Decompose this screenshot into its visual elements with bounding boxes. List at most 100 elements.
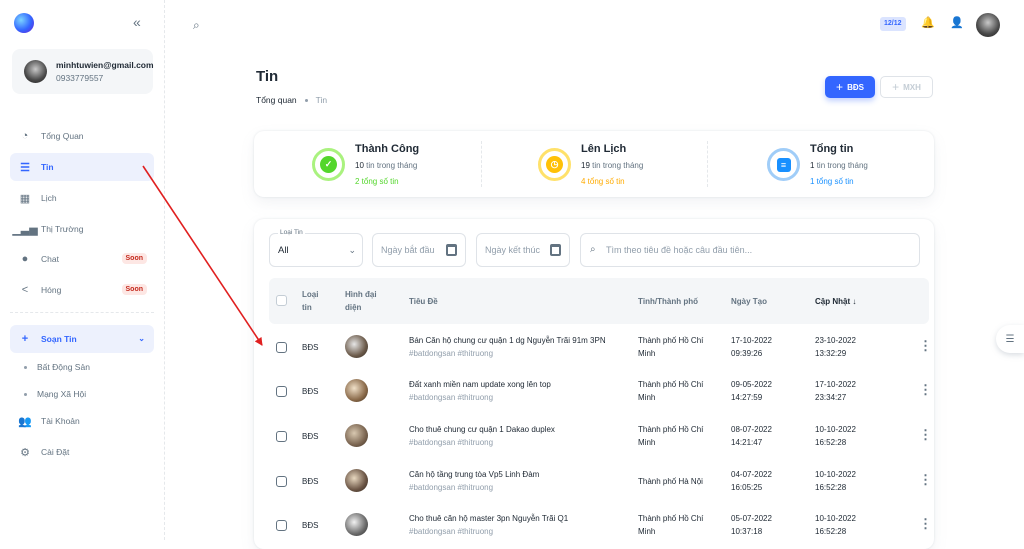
sidebar-item-market[interactable]: ▁▃▅ Thị Trường: [10, 215, 154, 243]
app-logo[interactable]: [14, 13, 34, 33]
account-card[interactable]: minhtuwien@gmail.com 0933779557: [12, 49, 154, 94]
search-icon[interactable]: ⌕: [193, 18, 200, 33]
row-city: Thành phố Hồ Chí Minh: [638, 336, 704, 358]
table-row[interactable]: BĐS Đất xanh miền nam update xong lên to…: [269, 369, 932, 414]
sidebar-subitem-social[interactable]: Mạng Xã Hội: [24, 389, 86, 399]
more-vertical-icon[interactable]: ⋮: [919, 382, 932, 398]
plus-icon: +: [836, 80, 844, 94]
calendar-icon: ▦: [19, 192, 31, 205]
row-city: Thành phố Hồ Chí Minh: [638, 514, 704, 536]
row-title[interactable]: Cho thuê chung cư quận 1 Dakao duplex: [409, 423, 555, 436]
table-row[interactable]: BĐS Bán Căn hộ chung cư quận 1 dg Nguyễn…: [269, 325, 932, 370]
sidebar-item-label: Tổng Quan: [41, 131, 84, 141]
sidebar-item-label: Soạn Tin: [41, 334, 77, 344]
row-tags: #batdongsan #thitruong: [409, 393, 494, 402]
header-city[interactable]: Tỉnh/Thành phố: [638, 295, 698, 308]
calendar-icon[interactable]: [446, 244, 457, 256]
quota-badge[interactable]: 12/12: [880, 17, 906, 31]
add-social-button[interactable]: + MXH: [880, 76, 933, 98]
sidebar-item-hong[interactable]: < Hóng Soon: [10, 276, 154, 304]
breadcrumb: Tổng quan Tin: [256, 95, 327, 105]
sidebar-item-label: Hóng: [41, 285, 62, 295]
add-real-estate-button[interactable]: + BĐS: [825, 76, 875, 98]
stat-month-count: 19 tin trong tháng: [581, 161, 644, 170]
row-type: BĐS: [302, 432, 319, 441]
breadcrumb-separator: [304, 98, 308, 102]
row-checkbox[interactable]: [276, 476, 287, 487]
row-created: 08-07-2022 14:21:47: [731, 425, 772, 447]
row-updated: 23-10-2022 13:32:29: [815, 336, 856, 358]
row-type: BĐS: [302, 343, 319, 352]
account-phone: 0933779557: [56, 73, 104, 83]
table-row[interactable]: BĐS Căn hộ tầng trung tòa Vp5 Linh Đàm #…: [269, 459, 932, 504]
row-thumbnail: [345, 513, 368, 536]
type-select-value: All: [278, 245, 289, 256]
table-row[interactable]: BĐS Cho thuê căn hộ master 3pn Nguyễn Tr…: [269, 503, 932, 548]
total-ring: ≡: [767, 148, 800, 181]
more-vertical-icon[interactable]: ⋮: [919, 516, 932, 532]
calendar-icon[interactable]: [550, 244, 561, 256]
scheduled-ring: ◷: [538, 148, 571, 181]
row-title[interactable]: Đất xanh miền nam update xong lên top: [409, 378, 551, 391]
search-input[interactable]: ⌕ Tìm theo tiêu đề hoặc câu đầu tiên...: [580, 233, 920, 267]
sidebar-item-settings[interactable]: ⚙ Cài Đặt: [10, 438, 154, 466]
sidebar-item-account[interactable]: 👥 Tài Khoản: [10, 407, 154, 435]
header-title[interactable]: Tiêu Đề: [409, 295, 438, 308]
row-thumbnail: [345, 335, 368, 358]
sidebar-item-chat[interactable]: ● Chat Soon: [10, 245, 154, 273]
contacts-icon[interactable]: 👤: [950, 16, 964, 29]
success-ring: ✓: [312, 148, 345, 181]
more-vertical-icon[interactable]: ⋮: [919, 472, 932, 488]
divider: [10, 312, 154, 313]
row-title[interactable]: Căn hộ tầng trung tòa Vp5 Linh Đàm: [409, 468, 539, 481]
end-date-field[interactable]: Ngày kết thúc: [476, 233, 570, 267]
table-header: Loại tin Hình đại diện Tiêu Đề Tỉnh/Thành …: [269, 278, 929, 324]
row-created: 04-07-2022 16:05:25: [731, 470, 772, 492]
select-all-checkbox[interactable]: [276, 295, 287, 306]
button-label: BĐS: [847, 82, 864, 92]
header-updated[interactable]: Cập Nhật ↓: [815, 295, 856, 308]
sidebar-item-label: Tin: [41, 162, 54, 172]
sidebar-item-label: Thị Trường: [41, 224, 84, 234]
header-image[interactable]: Hình đại diện: [345, 288, 377, 314]
row-checkbox[interactable]: [276, 431, 287, 442]
row-checkbox[interactable]: [276, 520, 287, 531]
bell-icon[interactable]: 🔔: [921, 16, 935, 29]
user-avatar[interactable]: [976, 13, 1000, 37]
search-placeholder: Tìm theo tiêu đề hoặc câu đầu tiên...: [606, 245, 753, 255]
start-date-field[interactable]: Ngày bắt đầu: [372, 233, 466, 267]
document-icon: ≡: [776, 157, 791, 172]
page-title: Tin: [256, 68, 279, 85]
sidebar-item-label: Tài Khoản: [41, 416, 80, 426]
table-row[interactable]: BĐS Cho thuê chung cư quận 1 Dakao duple…: [269, 414, 932, 459]
sidebar-item-calendar[interactable]: ▦ Lịch: [10, 184, 154, 212]
sidebar-item-compose[interactable]: + Soạn Tin ⌄: [10, 325, 154, 353]
sidebar-item-overview[interactable]: ◔ Tổng Quan: [10, 122, 154, 150]
settings-drawer-button[interactable]: ☰: [996, 325, 1024, 353]
share-icon: <: [21, 284, 29, 296]
more-vertical-icon[interactable]: ⋮: [919, 427, 932, 443]
sidebar-subitem-label: Bất Động Sản: [37, 362, 90, 372]
news-table-card: Loại Tin All ⌄ Ngày bắt đầu Ngày kết thú…: [254, 219, 934, 549]
header-created[interactable]: Ngày Tạo: [731, 295, 767, 308]
row-title[interactable]: Cho thuê căn hộ master 3pn Nguyễn Trãi Q…: [409, 512, 568, 525]
more-vertical-icon[interactable]: ⋮: [919, 338, 932, 354]
search-icon: ⌕: [590, 244, 596, 255]
header-type[interactable]: Loại tin: [302, 288, 318, 314]
stat-title: Tổng tin: [810, 143, 854, 155]
breadcrumb-overview[interactable]: Tổng quan: [256, 95, 297, 105]
divider: [707, 141, 708, 187]
row-checkbox[interactable]: [276, 386, 287, 397]
row-checkbox[interactable]: [276, 342, 287, 353]
sidebar-item-news[interactable]: ☰ Tin: [10, 153, 154, 181]
collapse-sidebar-icon[interactable]: «: [133, 14, 141, 30]
type-select[interactable]: Loại Tin All ⌄: [269, 229, 363, 267]
row-thumbnail: [345, 424, 368, 447]
bullet-icon: [24, 392, 27, 396]
sidebar-subitem-real-estate[interactable]: Bất Động Sản: [24, 362, 90, 372]
clock-icon: ◷: [546, 156, 563, 173]
row-created: 09-05-2022 14:27:59: [731, 380, 772, 402]
row-title[interactable]: Bán Căn hộ chung cư quận 1 dg Nguyễn Trã…: [409, 334, 606, 347]
row-created: 05-07-2022 10:37:18: [731, 514, 772, 536]
gear-icon: ⚙: [20, 446, 30, 459]
